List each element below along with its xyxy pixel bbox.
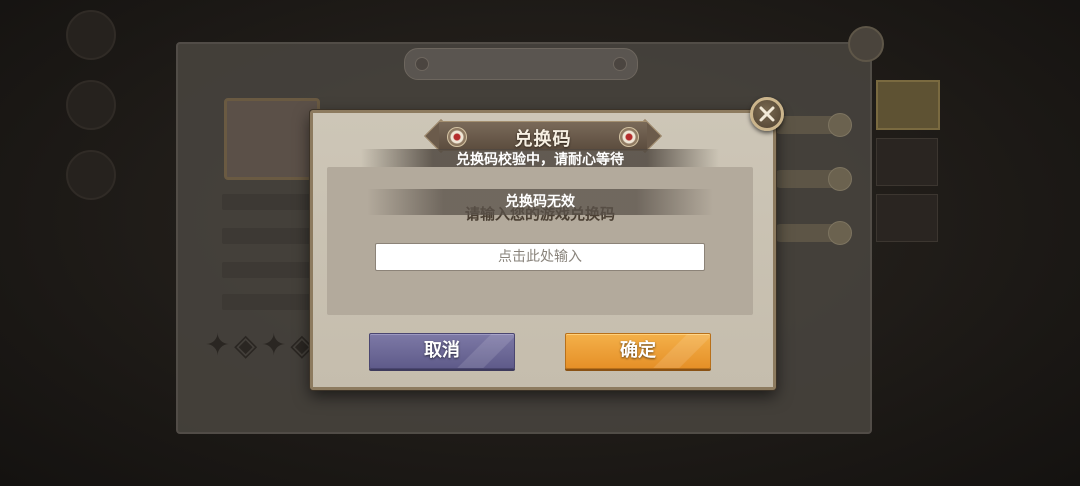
close-icon [759, 106, 775, 122]
dialog-title-plate: 兑换码 [424, 119, 662, 153]
game-screen: ✦◈✦◈ 兑换码 兑换码校验中，请耐心等待 请输入您的游戏兑换码 兑换码无效 取… [0, 0, 1080, 486]
background-side-tab [876, 194, 938, 242]
background-row [222, 228, 312, 244]
background-gift-image [224, 98, 320, 180]
background-icon [66, 80, 116, 130]
background-decoration: ✦◈✦◈ [205, 328, 318, 363]
redeem-code-input[interactable] [375, 243, 705, 271]
invalid-code-toast: 兑换码无效 [367, 189, 713, 215]
background-progress-bar [772, 167, 852, 191]
background-row [222, 262, 312, 278]
background-icon [66, 150, 116, 200]
dialog-title: 兑换码 [514, 129, 572, 150]
background-side-tab [876, 138, 938, 186]
confirm-button[interactable]: 确定 [565, 333, 711, 369]
background-close-icon [848, 26, 884, 62]
background-progress-bar [772, 221, 852, 245]
background-row [222, 194, 312, 210]
background-icon [66, 10, 116, 60]
close-button[interactable] [750, 97, 784, 131]
dialog-content-area: 请输入您的游戏兑换码 兑换码无效 [327, 167, 753, 315]
background-progress-bar [772, 113, 852, 137]
redeem-code-dialog: 兑换码 兑换码校验中，请耐心等待 请输入您的游戏兑换码 兑换码无效 取消 确定 [310, 110, 776, 390]
cancel-button[interactable]: 取消 [369, 333, 515, 369]
background-title-plate [404, 48, 638, 80]
background-row [222, 294, 312, 310]
background-side-tab [876, 80, 940, 130]
